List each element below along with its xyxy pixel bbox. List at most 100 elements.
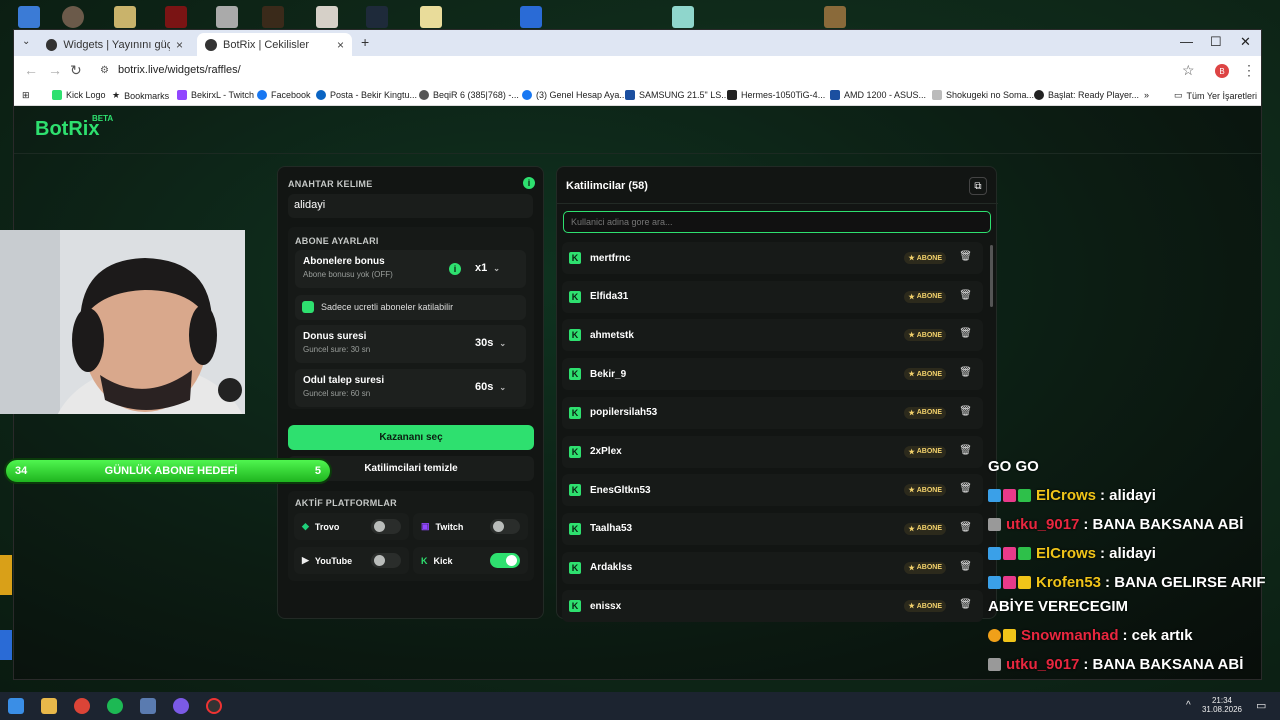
participant-row[interactable]: K Taalha53 ★ ABONE 🗑 bbox=[562, 512, 983, 545]
twitch-toggle[interactable] bbox=[490, 519, 520, 534]
youtube-toggle[interactable] bbox=[371, 553, 401, 568]
desktop-edge-icon[interactable] bbox=[0, 555, 12, 595]
tray-chevron-icon[interactable]: ^ bbox=[1186, 700, 1191, 711]
reload-icon[interactable]: ↻ bbox=[70, 62, 82, 79]
trash-icon[interactable]: 🗑 bbox=[959, 561, 972, 572]
bookmark-item[interactable]: Başlat: Ready Player... bbox=[1034, 90, 1139, 100]
participant-row[interactable]: Kpopilersilah53 ★ ABONE 🗑 bbox=[562, 396, 983, 429]
sub-bonus-select[interactable]: x1 ⌄ bbox=[475, 262, 500, 274]
participant-row[interactable]: K Elfida31 ★ ABONE 🗑 bbox=[562, 280, 983, 313]
participant-name: ahmetstk bbox=[590, 329, 634, 341]
list-scrollbar[interactable] bbox=[990, 245, 993, 307]
desktop-file-icon[interactable] bbox=[114, 6, 136, 28]
participant-name: enissx bbox=[590, 600, 622, 612]
subscriber-settings-section: ABONE AYARLARI Abonelere bonus Abone bon… bbox=[288, 227, 534, 409]
bookmark-item[interactable]: AMD 1200 - ASUS... bbox=[830, 90, 926, 100]
badge-icon bbox=[1003, 547, 1016, 560]
desktop-glass-icon[interactable] bbox=[672, 6, 694, 28]
info-icon[interactable]: i bbox=[449, 263, 461, 275]
windows-start-icon[interactable] bbox=[8, 698, 24, 714]
paid-only-checkbox[interactable] bbox=[302, 301, 314, 313]
bookmark-item[interactable]: BekirxL - Twitch bbox=[177, 90, 254, 100]
notification-icon[interactable]: ▭ bbox=[1256, 699, 1266, 712]
tab-widgets[interactable]: Widgets | Yayınını güçlendirme × bbox=[38, 33, 191, 56]
trash-icon[interactable]: 🗑 bbox=[959, 483, 972, 494]
pick-winner-button[interactable]: Kazananı seç bbox=[288, 425, 534, 450]
desktop-app-icon[interactable] bbox=[366, 6, 388, 28]
participant-row[interactable]: Kahmetstk ★ ABONE 🗑 bbox=[562, 319, 983, 352]
botrix-logo[interactable]: BotRix bbox=[35, 118, 99, 141]
bookmark-item[interactable]: BeqiR 6 (385|768) -... bbox=[419, 90, 519, 100]
bookmark-item[interactable]: Shokugeki no Soma... bbox=[932, 90, 1034, 100]
close-tab-icon[interactable]: × bbox=[176, 38, 183, 52]
bookmark-item[interactable]: Posta - Bekir Kingtu... bbox=[316, 90, 417, 100]
bookmark-item[interactable]: Kick Logo bbox=[52, 90, 106, 100]
participant-row[interactable]: K Bekir_9 ★ ABONE 🗑 bbox=[562, 358, 983, 391]
participant-row[interactable]: K EnesGltkn53 ★ ABONE 🗑 bbox=[562, 474, 983, 507]
trovo-toggle[interactable] bbox=[371, 519, 401, 534]
desktop-edge-icon[interactable] bbox=[0, 630, 12, 660]
forward-icon[interactable]: → bbox=[48, 62, 62, 78]
bookmark-star-icon[interactable]: ☆ bbox=[1182, 62, 1195, 79]
trash-icon[interactable]: 🗑 bbox=[959, 367, 972, 378]
desktop-shortcut-icon[interactable] bbox=[520, 6, 542, 28]
keyword-input[interactable]: alidayi bbox=[288, 194, 533, 218]
apps-grid-icon[interactable]: ⊞ bbox=[22, 90, 30, 101]
info-icon[interactable]: i bbox=[523, 177, 535, 189]
trash-icon[interactable]: 🗑 bbox=[959, 599, 972, 610]
desktop-avatar-icon[interactable] bbox=[62, 6, 84, 28]
participant-search-input[interactable] bbox=[563, 211, 991, 233]
clock[interactable]: 21:34 31.08.2026 bbox=[1200, 696, 1244, 714]
claim-duration-select[interactable]: 60s ⌄ bbox=[475, 381, 506, 393]
desktop-image-icon[interactable] bbox=[216, 6, 238, 28]
desktop-folder-icon[interactable] bbox=[18, 6, 40, 28]
copy-icon[interactable]: ⧉ bbox=[969, 177, 987, 195]
maximize-icon[interactable]: ☐ bbox=[1210, 34, 1222, 50]
desktop-game-icon[interactable] bbox=[165, 6, 187, 28]
bonus-duration-select[interactable]: 30s ⌄ bbox=[475, 337, 506, 349]
desktop-vault-icon[interactable] bbox=[262, 6, 284, 28]
participant-row[interactable]: Kmertfrnc ★ ABONE 🗑 bbox=[562, 242, 983, 274]
kick-toggle[interactable] bbox=[490, 553, 520, 568]
app-header: BotRix BETA bbox=[14, 106, 1261, 154]
chrome-icon[interactable] bbox=[74, 698, 90, 714]
kick-icon: K bbox=[569, 329, 581, 342]
new-tab-icon[interactable]: + bbox=[361, 34, 369, 50]
desktop-note-icon[interactable] bbox=[420, 6, 442, 28]
participant-row[interactable]: K Ardaklss ★ ABONE 🗑 bbox=[562, 551, 983, 584]
participant-row[interactable]: K 2xPlex ★ ABONE 🗑 bbox=[562, 435, 983, 468]
file-explorer-icon[interactable] bbox=[41, 698, 57, 714]
discord-icon[interactable] bbox=[173, 698, 189, 714]
bookmark-item[interactable]: (3) Genel Hesap Aya... bbox=[522, 90, 627, 100]
trash-icon[interactable]: 🗑 bbox=[959, 251, 972, 262]
spotify-icon[interactable] bbox=[107, 698, 123, 714]
close-tab-icon[interactable]: × bbox=[337, 38, 344, 52]
url-field[interactable]: botrix.live/widgets/raffles/ bbox=[118, 64, 241, 76]
bookmark-item[interactable]: SAMSUNG 21.5" LS... bbox=[625, 90, 729, 100]
other-bookmarks[interactable]: ▭ Tüm Yer İşaretleri bbox=[1174, 90, 1257, 101]
participant-row[interactable]: Kenissx ★ ABONE 🗑 bbox=[562, 590, 983, 623]
site-info-icon[interactable]: ⚙ bbox=[100, 65, 109, 76]
profile-avatar[interactable]: B bbox=[1215, 64, 1229, 78]
tab-list-icon[interactable]: ⌄ bbox=[22, 36, 30, 47]
trash-icon[interactable]: 🗑 bbox=[959, 406, 972, 417]
bookmark-item[interactable]: Hermes-1050TiG-4... bbox=[727, 90, 825, 100]
bookmark-item[interactable]: ★ Bookmarks bbox=[112, 90, 169, 101]
bookmark-item[interactable]: Facebook bbox=[257, 90, 311, 100]
kick-icon: K bbox=[421, 555, 428, 566]
trash-icon[interactable]: 🗑 bbox=[959, 328, 972, 339]
app-icon[interactable] bbox=[140, 698, 156, 714]
tab-botrix[interactable]: BotRix | Cekilisler × bbox=[197, 33, 352, 56]
trash-icon[interactable]: 🗑 bbox=[959, 445, 972, 456]
obs-icon[interactable] bbox=[206, 698, 222, 714]
back-icon[interactable]: ← bbox=[24, 62, 38, 78]
trash-icon[interactable]: 🗑 bbox=[959, 290, 972, 301]
close-window-icon[interactable]: ✕ bbox=[1240, 34, 1251, 50]
chat-message: Snowmanhad: cek artık bbox=[988, 627, 1193, 644]
browser-menu-icon[interactable]: ⋮ bbox=[1242, 62, 1256, 79]
desktop-photo-icon[interactable] bbox=[824, 6, 846, 28]
desktop-doc-icon[interactable] bbox=[316, 6, 338, 28]
bookmarks-overflow-icon[interactable]: » bbox=[1144, 90, 1149, 100]
trash-icon[interactable]: 🗑 bbox=[959, 522, 972, 533]
minimize-icon[interactable]: — bbox=[1180, 34, 1193, 49]
